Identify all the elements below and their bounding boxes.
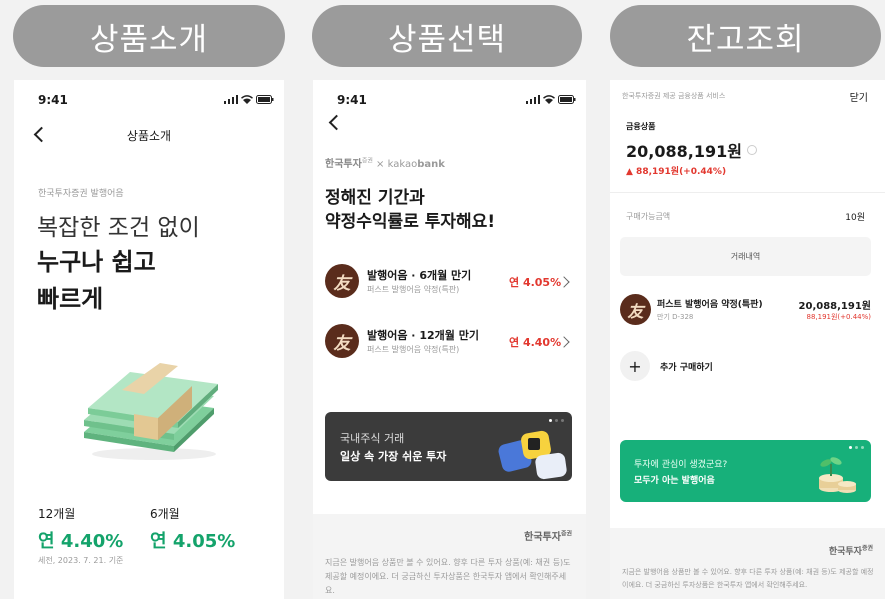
promo-page-dots <box>849 446 864 449</box>
signal-icon <box>526 95 540 104</box>
status-bar: 9:41 <box>38 93 274 109</box>
footer-brand-text: 한국투자 <box>828 547 862 557</box>
brand-cross: × <box>376 159 385 170</box>
footer-brand-text: 한국투자 <box>524 532 561 543</box>
headline-line1: 복잡한 조건 없이 <box>37 215 200 241</box>
promo-line2: 모두가 아는 발행어음 <box>634 476 715 486</box>
term-12m-rate: 연 4.40% <box>38 531 124 552</box>
term-12m-label: 12개월 <box>38 507 76 521</box>
footer-brand: 한국투자증권 <box>524 528 572 543</box>
close-button[interactable]: 닫기 <box>850 89 868 104</box>
footer: 한국투자증권 지금은 발행어음 상품만 볼 수 있어요. 향후 다른 투자 상품… <box>313 514 586 599</box>
promo-line1: 투자에 관심이 생겼군요? <box>634 460 728 470</box>
status-time: 9:41 <box>38 93 68 107</box>
add-purchase-button[interactable]: + 추가 구매하기 <box>620 351 713 381</box>
holding-amount: 20,088,191원 <box>798 301 871 312</box>
page-title: 상품소개 <box>126 129 172 143</box>
product-sub: 퍼스트 발행어음 약정(특판) <box>367 345 460 354</box>
status-time: 9:41 <box>337 93 367 107</box>
stock-trading-banner[interactable]: 국내주식 거래 일상 속 가장 쉬운 투자 <box>325 412 572 481</box>
header-product-intro: 상품소개 <box>13 5 285 67</box>
product-item-6m[interactable]: 友 발행어음 · 6개월 만기 퍼스트 발행어음 약정(특판) 연 4.05% <box>313 258 586 306</box>
coin-plant-illustration <box>819 457 856 493</box>
product-rate: 연 4.05% <box>509 276 562 289</box>
back-button[interactable] <box>328 114 345 131</box>
app-tiles-illustration <box>498 430 567 480</box>
holding-maturity: 만기 D-328 <box>657 313 694 321</box>
screen-balance: 한국투자증권 제공 금융상품 서비스 닫기 금융상품 20,088,191원 ▲… <box>610 80 885 599</box>
brand-kakao: kakao <box>387 159 418 170</box>
product-name: 발행어음 · 12개월 만기 <box>367 329 479 342</box>
header-product-select: 상품선택 <box>312 5 582 67</box>
status-icons <box>526 95 576 104</box>
wifi-icon <box>543 95 555 104</box>
korea-investment-logo-icon: 友 <box>325 264 359 298</box>
issuer-label: 한국투자증권 발행어음 <box>38 189 124 199</box>
battery-icon <box>256 95 274 104</box>
product-rate: 연 4.40% <box>509 336 562 349</box>
brand-row: 한국투자증권 × kakaobank <box>325 155 445 170</box>
battery-icon <box>558 95 576 104</box>
info-icon[interactable] <box>746 145 757 155</box>
total-amount: 20,088,191원 <box>626 142 742 161</box>
footer-disclaimer: 지금은 발행어음 상품만 볼 수 있어요. 향후 다른 투자 상품(예: 채권 … <box>325 558 571 595</box>
banner-line2: 일상 속 가장 쉬운 투자 <box>340 450 447 463</box>
total-change: ▲ 88,191원(+0.44%) <box>626 167 727 177</box>
footer-brand: 한국투자증권 <box>829 543 873 557</box>
banner-line1: 국내주식 거래 <box>340 432 405 445</box>
divider <box>610 192 885 193</box>
brand-bank: bank <box>417 159 445 170</box>
total-balance: 20,088,191원 <box>626 138 757 162</box>
korea-investment-logo-icon: 友 <box>620 294 651 325</box>
money-stack-illustration <box>84 363 218 460</box>
product-sub: 퍼스트 발행어음 약정(특판) <box>367 285 460 294</box>
status-icons <box>224 95 274 104</box>
section-label: 금융상품 <box>626 122 656 131</box>
korea-investment-logo-icon: 友 <box>325 324 359 358</box>
banner-page-dots <box>549 419 564 422</box>
buyable-value: 10원 <box>845 213 865 223</box>
add-purchase-label: 추가 구매하기 <box>660 362 713 373</box>
brand-korea-investment: 한국투자 <box>325 159 362 170</box>
buyable-label: 구매가능금액 <box>626 212 671 221</box>
headline-line3: 빠르게 <box>37 285 104 313</box>
footer-brand-sup: 증권 <box>560 530 572 538</box>
screen-product-select: 9:41 한국투자증권 × kakaobank 정해진 기간과 약정수익률로 투… <box>313 80 586 599</box>
holding-item[interactable]: 友 퍼스트 발행어음 약정(특판) 만기 D-328 20,088,191원 8… <box>610 292 885 328</box>
heading-line2: 약정수익률로 투자해요! <box>325 212 496 232</box>
screen-product-intro: 9:41 상품소개 한국투자증권 발행어음 복잡한 조건 없이 누구나 쉽고 빠… <box>14 80 284 599</box>
rate-basis-note: 세전, 2023. 7. 21. 기준 <box>38 556 124 565</box>
headline-line2: 누구나 쉽고 <box>37 248 156 276</box>
history-button[interactable]: 거래내역 <box>620 237 871 276</box>
wifi-icon <box>241 95 253 104</box>
holding-change: 88,191원(+0.44%) <box>806 313 872 321</box>
promo-banner[interactable]: 투자에 관심이 생겼군요? 모두가 아는 발행어음 <box>620 440 871 502</box>
status-bar: 9:41 <box>337 93 576 109</box>
heading-line1: 정해진 기간과 <box>325 188 425 208</box>
product-item-12m[interactable]: 友 발행어음 · 12개월 만기 퍼스트 발행어음 약정(특판) 연 4.40% <box>313 318 586 366</box>
footer-disclaimer: 지금은 발행어음 상품만 볼 수 있어요. 향후 다른 투자 상품(예: 채권 … <box>622 568 874 589</box>
plus-icon: + <box>620 351 650 381</box>
product-name: 발행어음 · 6개월 만기 <box>367 269 472 282</box>
footer-brand-sup: 증권 <box>861 545 873 552</box>
brand-sup: 증권 <box>361 157 373 165</box>
term-6m-rate: 연 4.05% <box>150 531 236 552</box>
footer: 한국투자증권 지금은 발행어음 상품만 볼 수 있어요. 향후 다른 투자 상품… <box>610 528 885 599</box>
service-label: 한국투자증권 제공 금융상품 서비스 <box>622 92 726 100</box>
signal-icon <box>224 95 238 104</box>
header-balance: 잔고조회 <box>610 5 881 67</box>
holding-name: 퍼스트 발행어음 약정(특판) <box>657 300 763 310</box>
term-6m-label: 6개월 <box>150 507 180 521</box>
